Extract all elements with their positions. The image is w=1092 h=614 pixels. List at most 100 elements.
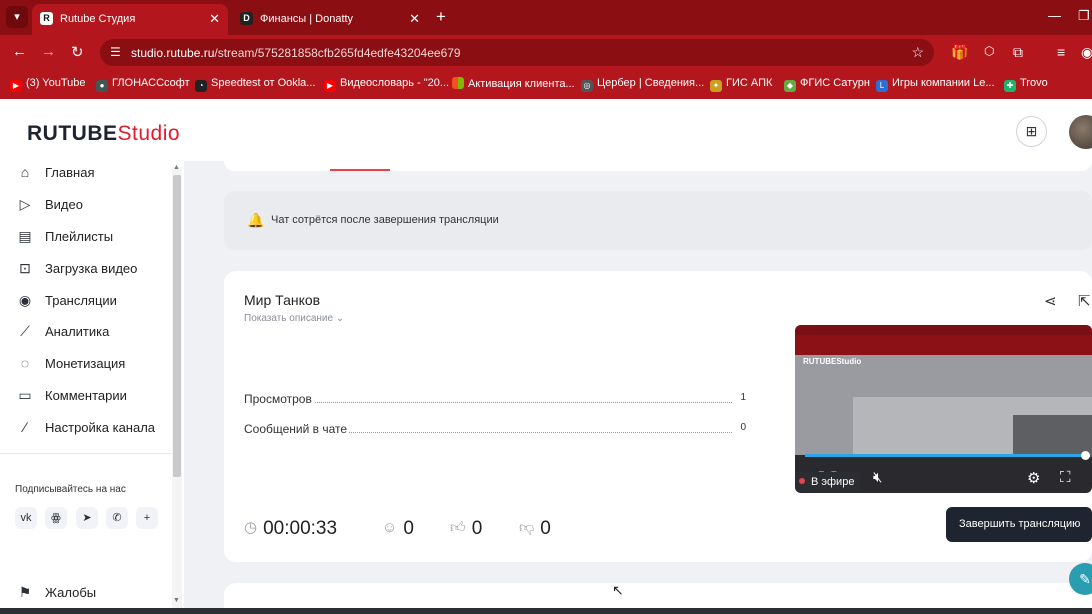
sidebar-item-label: Комментарии — [45, 388, 127, 403]
sidebar-item-label: Жалобы — [45, 585, 97, 600]
flag-icon: ⚑ — [18, 584, 32, 600]
viewer-icon: ☺ — [382, 519, 398, 536]
youtube-icon: ▶ — [324, 80, 336, 92]
home-icon: ⌂ — [20, 164, 30, 180]
sidebar: ⌂ Главная ▷ Видео ▤ Плейлисты ⊡ Загрузка… — [0, 161, 184, 614]
bookmark-activation[interactable]: Активация клиента... — [452, 77, 575, 90]
preview-browser-bar — [795, 335, 1092, 355]
reading-list-icon[interactable]: ≡ — [1057, 44, 1065, 60]
bookmark-trovo[interactable]: ✚ Trovo — [1004, 77, 1048, 92]
fullscreen-icon[interactable]: ⛶ — [1060, 469, 1071, 486]
bookmark-cerber[interactable]: ◎ Цербер | Сведения... — [581, 77, 704, 92]
monetization-icon: ◌ — [20, 355, 30, 371]
studio-header: RUTUBEStudio ⊞ — [0, 99, 1092, 161]
sidebar-item-label: Главная — [45, 165, 95, 180]
rutube-studio-logo[interactable]: RUTUBEStudio — [27, 122, 180, 146]
mouse-cursor-icon: ↖ — [612, 582, 624, 598]
external-link-icon[interactable]: ⇱ — [1078, 292, 1091, 310]
bookmark-fgis-saturn[interactable]: ◆ ФГИС Сатурн — [784, 77, 870, 92]
stream-title: Мир Танков — [244, 292, 321, 308]
plus-square-icon: ⊞ — [1025, 123, 1038, 139]
broadcast-icon: ◉ — [18, 292, 32, 308]
bookmark-lesta-games[interactable]: L Игры компании Le... — [876, 77, 995, 92]
stat-label: Просмотров — [244, 392, 314, 406]
chat-notice: 🔔 Чат сотрётся после завершения трансляц… — [224, 191, 1092, 250]
live-badge: В эфире — [795, 472, 861, 492]
sidebar-item-label: Настройка канала — [45, 420, 156, 435]
vk-icon[interactable]: vk — [15, 507, 37, 529]
settings-gear-icon[interactable]: ⚙ — [1027, 469, 1040, 487]
bookmark-videoslovar[interactable]: ▶ Видеословарь - "20... — [324, 77, 449, 92]
tab-donatty[interactable]: D Финансы | Donatty ✕ — [232, 4, 428, 35]
scroll-down-icon[interactable]: ▼ — [173, 597, 180, 604]
more-socials-icon[interactable]: + — [136, 507, 158, 529]
back-arrow-icon[interactable]: ← — [12, 43, 27, 60]
stat-chat-messages: Сообщений в чате 0 — [244, 422, 746, 438]
bookmark-speedtest[interactable]: ◔ Speedtest от Ookla... — [195, 77, 315, 92]
sidebar-item-label: Загрузка видео — [45, 261, 138, 276]
minimize-icon[interactable]: — — [1048, 8, 1061, 23]
url-text: studio.rutube.ru/stream/575281858cfb265f… — [131, 46, 461, 60]
extensions-puzzle-icon[interactable]: ⧉ — [1013, 44, 1023, 61]
avatar[interactable] — [1069, 115, 1092, 149]
sidebar-divider — [0, 453, 172, 454]
bookmark-gis-apk[interactable]: ✦ ГИС АПК — [710, 77, 772, 92]
speedtest-icon: ◔ — [195, 80, 207, 92]
viber-icon[interactable]: ✆ — [106, 507, 128, 529]
taskbar-strip — [0, 608, 1092, 614]
live-dot-icon — [799, 478, 805, 484]
tab-search-button[interactable]: ▾ — [6, 6, 28, 28]
magic-wand-icon: ⁄ — [23, 419, 27, 435]
likes-metric: 👍︎ 0 — [450, 518, 483, 539]
progress-fill — [805, 454, 1081, 457]
preview-inner-player — [1013, 415, 1092, 457]
youtube-icon: ▶ — [10, 80, 22, 92]
end-stream-button[interactable]: Завершить трансляцию — [946, 507, 1092, 542]
reload-icon[interactable]: ↻ — [71, 43, 84, 61]
wheat-icon: ✦ — [710, 80, 722, 92]
stat-label: Сообщений в чате — [244, 422, 350, 436]
tab-rutube-studio[interactable]: R Rutube Студия ✕ — [32, 4, 228, 35]
show-description-toggle[interactable]: Показать описание ⌄ — [244, 313, 344, 324]
tab-title: Rutube Студия — [60, 13, 136, 25]
stat-views: Просмотров 1 — [244, 392, 746, 408]
gift-extension-icon[interactable]: 🎁 — [951, 44, 968, 61]
chevron-down-icon: ⌄ — [335, 313, 345, 324]
telegram-icon[interactable]: ➤ — [76, 507, 98, 529]
bookmark-star-icon[interactable]: ☆ — [911, 44, 924, 61]
shield-extension-icon[interactable]: ⬡ — [984, 44, 994, 58]
preview-logo: RUTUBEStudio — [803, 357, 862, 366]
close-icon[interactable]: ✕ — [409, 11, 420, 27]
scroll-up-icon[interactable]: ▲ — [173, 164, 180, 171]
video-icon: ▷ — [19, 196, 31, 212]
preview-browser-tabs — [795, 325, 1092, 335]
clock-icon: ◷ — [244, 519, 258, 536]
forward-arrow-icon[interactable]: → — [41, 43, 56, 60]
odnoklassniki-icon[interactable]: ꙮ — [45, 507, 67, 529]
url-field[interactable]: ☰ studio.rutube.ru/stream/575281858cfb26… — [100, 39, 934, 66]
trovo-icon: ✚ — [1004, 80, 1016, 92]
globe-icon: ◎ — [581, 80, 593, 92]
progress-knob[interactable] — [1081, 451, 1090, 460]
sidebar-item-label: Монетизация — [45, 356, 126, 371]
bookmark-glonass[interactable]: ● ГЛОНАССсофт — [96, 77, 190, 92]
notice-text: Чат сотрётся после завершения трансляции — [271, 214, 499, 226]
address-bar-row: ← → ↻ ☰ studio.rutube.ru/stream/57528185… — [0, 35, 1092, 69]
sidebar-item-label: Видео — [45, 197, 83, 212]
close-icon[interactable]: ✕ — [209, 11, 220, 27]
sidebar-scroll-thumb[interactable] — [173, 175, 181, 477]
stream-preview-player[interactable]: RUTUBEStudio ❚❚ 🔇︎ ⚙ ⛶ В эфире — [795, 325, 1092, 493]
stream-card: Мир Танков Показать описание ⌄ ⋖ ⇱ Просм… — [224, 271, 1092, 562]
mute-icon[interactable]: 🔇︎ — [873, 469, 882, 486]
add-content-button[interactable]: ⊞ — [1016, 116, 1047, 147]
profile-icon[interactable]: ◉ — [1081, 44, 1092, 61]
restore-icon[interactable]: ❐ — [1078, 8, 1090, 24]
new-tab-plus-icon[interactable]: + — [436, 7, 446, 27]
share-icon[interactable]: ⋖ — [1044, 292, 1057, 310]
bookmark-youtube[interactable]: ▶ (3) YouTube — [10, 77, 86, 92]
sidebar-item-label: Плейлисты — [45, 229, 114, 244]
thumbs-up-icon: 👍︎ — [450, 519, 466, 536]
dotted-leader — [244, 402, 732, 403]
tab-title: Финансы | Donatty — [260, 13, 354, 25]
site-info-icon[interactable]: ☰ — [110, 45, 121, 59]
